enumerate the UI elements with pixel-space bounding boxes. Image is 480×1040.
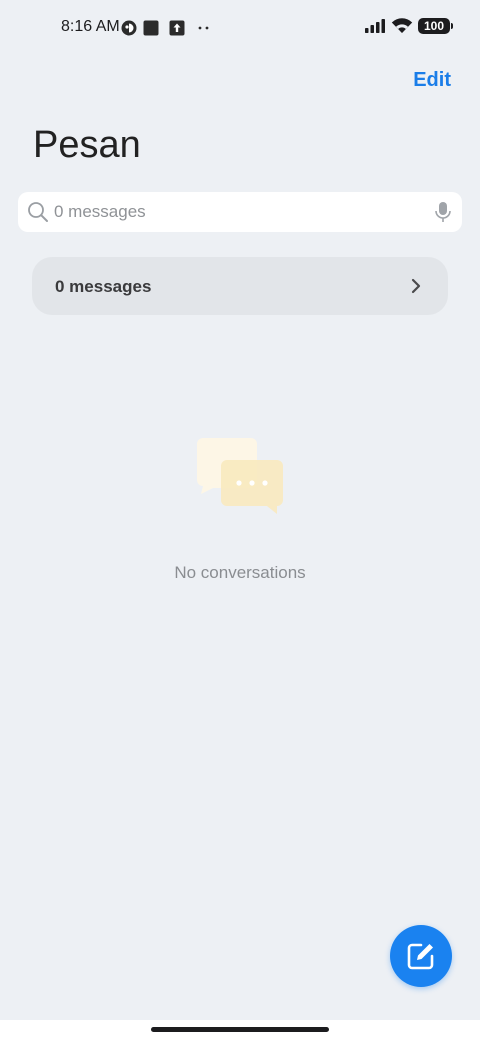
search-icon	[28, 202, 48, 222]
more-dots-icon	[198, 26, 209, 30]
edit-button[interactable]: Edit	[413, 69, 451, 92]
cellular-signal-icon	[365, 18, 385, 33]
messages-folder-row[interactable]: 0 messages	[32, 257, 448, 315]
empty-state-text: No conversations	[174, 563, 306, 582]
compose-button[interactable]	[390, 925, 452, 987]
navigation-bar	[0, 1020, 480, 1040]
status-left-icons	[121, 19, 211, 37]
wifi-icon	[391, 18, 413, 33]
chat-bubbles-icon	[197, 438, 283, 514]
home-indicator[interactable]	[151, 1027, 329, 1032]
upload-icon	[169, 20, 185, 36]
battery-icon: 100	[418, 17, 453, 34]
status-time: 8:16 AM	[61, 18, 120, 35]
search-input[interactable]	[54, 192, 414, 232]
microphone-icon[interactable]	[432, 201, 454, 223]
compose-icon	[407, 943, 434, 970]
status-right-icons: 100	[364, 17, 453, 34]
page-title: Pesan	[33, 124, 141, 166]
square-app-icon	[143, 20, 159, 36]
chevron-right-icon	[411, 278, 421, 294]
vpn-key-icon	[121, 20, 137, 36]
status-bar: 8:16 AM 100	[0, 0, 480, 56]
search-bar[interactable]	[18, 192, 462, 232]
messages-folder-label: 0 messages	[55, 277, 152, 296]
